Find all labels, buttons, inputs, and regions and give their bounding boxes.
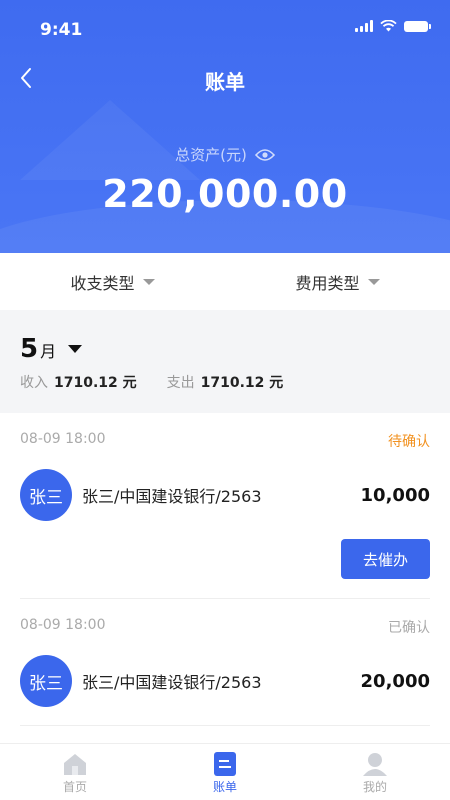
filter-bar: 收支类型 费用类型 [0,253,450,310]
record-actions: 去催办 [20,539,430,599]
income-label: 收入 [20,375,48,391]
nav-bar: 账单 [0,56,450,104]
filter-label: 收支类型 [70,273,135,293]
caret-down-icon [367,278,380,285]
tab-label: 账单 [212,780,237,794]
tab-label: 我的 [362,780,387,794]
avatar: 张三 [20,655,72,707]
caret-down-icon [142,278,155,285]
filter-label: 费用类型 [295,273,360,293]
total-assets-label-row: 总资产(元) [0,144,450,165]
urge-button[interactable]: 去催办 [341,539,430,579]
record-header: 08-09 18:00 已确认 [20,599,430,637]
battery-icon [404,20,431,32]
record-time: 08-09 18:00 [20,431,106,447]
record-amount: 20,000 [360,670,430,692]
home-icon [64,754,86,775]
income-total: 收入 1710.12 元 [20,372,137,392]
bill-icon [214,752,236,776]
filter-expense-category[interactable]: 费用类型 [225,253,450,310]
status-bar: 9:41 [0,0,450,56]
month-totals: 收入 1710.12 元 支出 1710.12 元 [20,372,283,392]
month-selector[interactable]: 5 月 [20,334,83,364]
filter-income-expense-type[interactable]: 收支类型 [0,253,225,310]
user-icon [363,753,387,776]
total-assets-label: 总资产(元) [175,146,247,164]
tab-mine[interactable]: 我的 [300,744,450,800]
expense-total: 支出 1710.12 元 [167,372,284,392]
record-account: 张三/中国建设银行/2563 [82,487,262,506]
wifi-icon [380,20,397,32]
record-amount: 10,000 [360,484,430,506]
list-item[interactable]: 08-09 18:00 待确认 张三 张三/中国建设银行/2563 10,000… [20,413,430,599]
income-value: 1710.12 元 [54,375,137,391]
total-assets-amount: 220,000.00 [102,172,348,216]
record-header: 08-09 18:00 待确认 [20,413,430,451]
tab-bill[interactable]: 账单 [150,744,300,800]
page-title: 账单 [205,70,245,94]
tab-home[interactable]: 首页 [0,744,150,800]
expense-label: 支出 [166,375,195,391]
record-status: 已确认 [388,620,430,636]
record-body: 张三 张三/中国建设银行/2563 10,000 [20,469,430,521]
month-unit: 月 [40,342,57,361]
record-list: 08-09 18:00 待确认 张三 张三/中国建设银行/2563 10,000… [0,413,450,743]
caret-down-icon [68,345,83,353]
status-time: 9:41 [40,20,83,40]
record-status: 待确认 [388,434,430,450]
record-time: 08-09 18:00 [20,617,106,633]
month-number: 5 [20,334,39,364]
avatar: 张三 [20,469,72,521]
header: 9:41 账单 总资产(元) 220,000.00 [0,0,450,253]
eye-icon[interactable] [254,148,275,162]
header-decoration [20,100,200,180]
tab-bar: 首页 账单 我的 [0,743,450,800]
month-summary: 5 月 收入 1710.12 元 支出 1710.12 元 [0,310,450,413]
record-account: 张三/中国建设银行/2563 [82,673,262,692]
record-body: 张三 张三/中国建设银行/2563 20,000 [20,655,430,707]
list-item[interactable]: 08-09 18:00 已确认 张三 张三/中国建设银行/2563 20,000 [20,599,430,726]
expense-value: 1710.12 元 [200,375,284,391]
signal-icon [355,20,373,32]
status-icons [355,20,431,32]
tab-label: 首页 [62,780,87,794]
